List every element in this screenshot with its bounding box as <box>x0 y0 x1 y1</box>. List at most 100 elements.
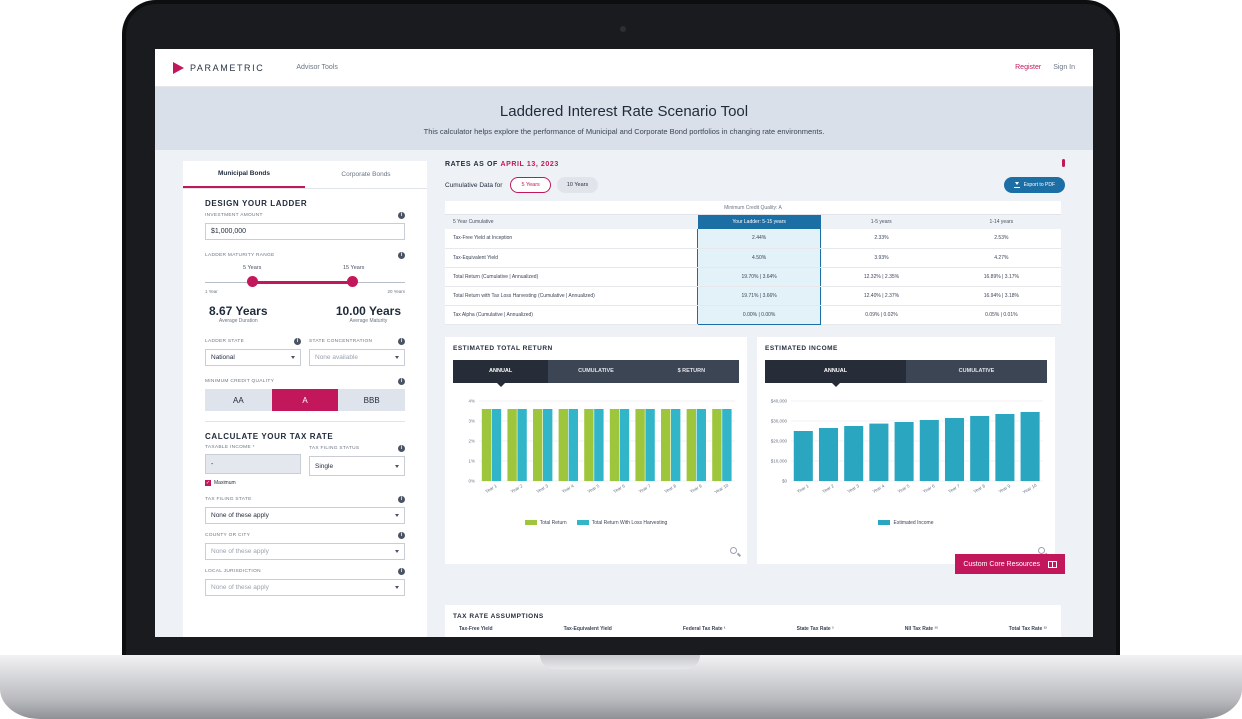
bar <box>619 408 630 481</box>
taxable-income-input[interactable]: - <box>205 454 301 474</box>
tab-corporate-bonds[interactable]: Corporate Bonds <box>305 161 427 188</box>
credit-option-bbb[interactable]: BBB <box>338 389 406 411</box>
zoom-icon[interactable] <box>1038 546 1045 554</box>
design-ladder-title: DESIGN YOUR LADDER <box>205 199 308 208</box>
range-low-handle[interactable] <box>247 276 258 287</box>
tax-column-header: Tax-Equivalent Yield <box>563 626 612 632</box>
filing-state-value: None of these apply <box>211 512 269 519</box>
x-tick-label: Year 2 <box>510 483 524 494</box>
period-10-years-button[interactable]: 10 Years <box>556 177 599 193</box>
y-tick-label: $30,000 <box>771 418 788 423</box>
info-icon[interactable]: i <box>294 338 301 345</box>
credit-option-aa[interactable]: AA <box>205 389 272 411</box>
results-table-card: Minimum Credit Quality: A 5 Year Cumulat… <box>445 201 1061 325</box>
table-row: Tax Alpha (Cumulative | Annualized) 0.00%… <box>445 305 1061 325</box>
range-max-label: 20 Years <box>387 289 405 294</box>
info-icon[interactable]: i <box>398 568 405 575</box>
info-icon[interactable]: i <box>398 338 405 345</box>
bar <box>844 425 864 481</box>
bar <box>507 408 517 481</box>
tab-dollar-return[interactable]: $ RETURN <box>644 360 739 383</box>
x-tick-label: Year 10 <box>1022 482 1038 494</box>
table-cell: Tax Alpha (Cumulative | Annualized) <box>445 305 698 325</box>
chevron-down-icon <box>291 356 295 359</box>
column-header: 1-14 years <box>941 215 1061 229</box>
local-jurisdiction-select[interactable]: None of these apply <box>205 579 405 596</box>
credit-option-a[interactable]: A <box>271 389 339 411</box>
info-icon[interactable]: i <box>398 532 405 539</box>
table-row: Tax-Equivalent Yield 4.50% 3.93% 4.27% <box>445 248 1061 268</box>
x-tick-label: Year 8 <box>972 483 986 494</box>
table-cell: 2.33% <box>820 229 942 249</box>
tab-cumulative[interactable]: CUMULATIVE <box>548 360 643 383</box>
maturity-range-label: LADDER MATURITY RANGE <box>205 253 275 258</box>
x-tick-label: Year 6 <box>922 483 936 494</box>
tab-annual[interactable]: ANNUAL <box>765 359 906 387</box>
info-icon[interactable]: i <box>398 252 405 259</box>
income-chart-card: ESTIMATED INCOME ANNUAL CUMULATIVE $0 $10… <box>757 336 1055 564</box>
x-tick-label: Year 7 <box>947 483 961 494</box>
bar <box>869 423 889 481</box>
maximum-checkbox-row[interactable]: ✓ Maximum <box>205 480 405 486</box>
cumulative-label: Cumulative Data for <box>445 181 503 189</box>
export-pdf-label: Export to PDF <box>1023 182 1055 188</box>
info-icon[interactable]: i <box>398 496 405 503</box>
export-pdf-button[interactable]: Export to PDF <box>1003 177 1065 193</box>
brand-name: PARAMETRIC <box>190 62 265 73</box>
info-icon[interactable]: i <box>398 445 405 452</box>
legend-label: Total Return With Loss Harvesting <box>591 519 668 526</box>
tab-municipal-bonds[interactable]: Municipal Bonds <box>183 161 305 188</box>
register-link[interactable]: Register <box>1015 64 1041 71</box>
state-concentration-select[interactable]: None available <box>309 349 405 366</box>
results-panel: RATES AS OF APRIL 13, 2023 Cumulative Da… <box>445 161 1065 564</box>
charts-row: ESTIMATED TOTAL RETURN ANNUAL CUMULATIVE… <box>445 336 1065 564</box>
nav-advisor-tools[interactable]: Advisor Tools <box>296 64 338 71</box>
book-icon <box>1048 560 1057 568</box>
tax-column-header: NII Tax Rate ¹² <box>904 626 938 632</box>
bar <box>558 408 568 481</box>
x-tick-label: Year 3 <box>846 483 860 494</box>
page-subtitle: This calculator helps explore the perfor… <box>423 127 825 136</box>
investment-input[interactable]: $1,000,000 <box>205 223 405 240</box>
total-return-tabs: ANNUAL CUMULATIVE $ RETURN <box>453 359 739 387</box>
period-5-years-button[interactable]: 5 Years <box>510 177 551 193</box>
checkbox-checked-icon[interactable]: ✓ <box>205 480 211 486</box>
y-tick-label: $10,000 <box>771 458 788 463</box>
sign-in-link[interactable]: Sign In <box>1053 64 1075 71</box>
tax-rate-title: CALCULATE YOUR TAX RATE <box>205 432 334 441</box>
table-cell: 4.27% <box>941 248 1061 268</box>
tab-annual[interactable]: ANNUAL <box>453 359 549 387</box>
local-jurisdiction-label: LOCAL JURISDICTION <box>205 569 261 574</box>
brand-logo[interactable]: PARAMETRIC <box>173 61 265 74</box>
bar <box>712 408 722 481</box>
bar <box>645 408 655 481</box>
info-icon[interactable]: i <box>398 378 405 385</box>
download-icon <box>1013 182 1020 188</box>
filing-status-select[interactable]: Single <box>309 456 405 476</box>
tab-cumulative[interactable]: CUMULATIVE <box>906 360 1047 383</box>
y-tick-label: 3% <box>468 418 475 423</box>
custom-core-resources-button[interactable]: Custom Core Resources <box>955 554 1065 574</box>
bar <box>533 408 543 481</box>
total-return-chart: 0% 1% 2% 3% 4% Year 1 Year 2 Year 3 Year 4 Year 5… <box>468 398 735 494</box>
left-panel: Municipal Bonds Corporate Bonds DESIGN Y… <box>183 161 427 637</box>
credit-quality-selector: AA A BBB <box>205 389 406 411</box>
bond-type-tabs: Municipal Bonds Corporate Bonds <box>183 161 427 189</box>
maximum-label: Maximum <box>214 480 236 486</box>
legend-swatch <box>576 519 589 525</box>
page-title: Laddered Interest Rate Scenario Tool <box>499 103 749 120</box>
county-select[interactable]: None of these apply <box>205 543 405 560</box>
maturity-range-slider[interactable]: 5 Years 15 Years 1 Year 20 Years <box>205 262 405 308</box>
bar <box>722 408 732 481</box>
zoom-icon[interactable] <box>730 546 737 554</box>
range-high-label: 15 Years <box>343 265 365 271</box>
filing-state-select[interactable]: None of these apply <box>205 507 405 524</box>
ladder-state-select[interactable]: National <box>205 349 301 366</box>
y-tick-label: $40,000 <box>771 398 788 403</box>
range-high-handle[interactable] <box>347 276 358 287</box>
income-chart: $0 $10,000 $20,000 $30,000 $40,000 Year 1 Year… <box>771 398 1043 494</box>
info-icon[interactable]: i <box>398 212 405 219</box>
table-cell: Total Return (Cumulative | Annualized) <box>445 267 698 287</box>
tax-column-header: Federal Tax Rate ¹ <box>682 626 726 632</box>
table-row: Total Return with Tax Loss Harvesting (C… <box>445 286 1061 306</box>
